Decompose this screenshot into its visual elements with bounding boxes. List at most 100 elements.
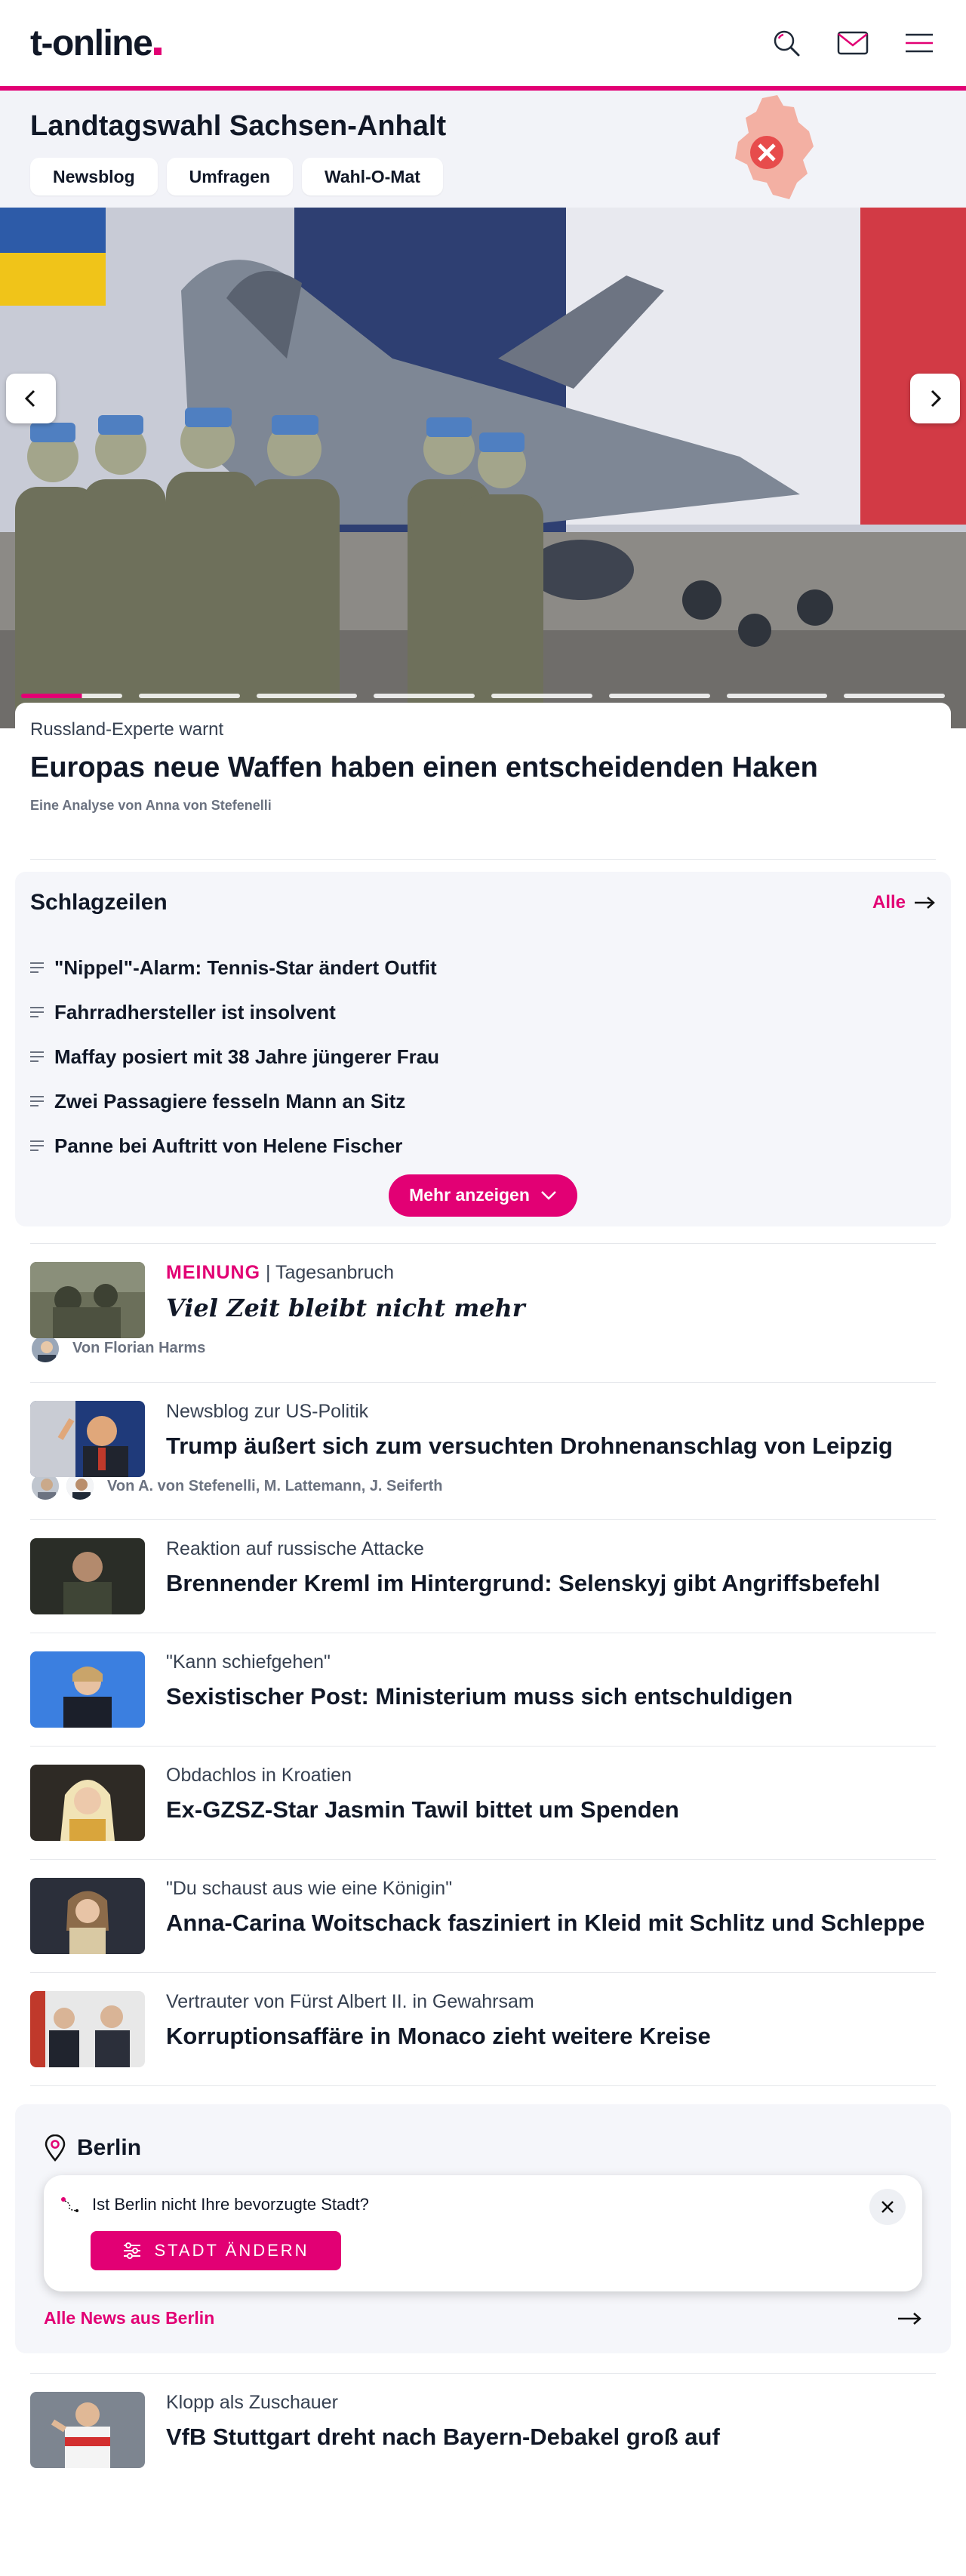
popup-close-button[interactable] (869, 2189, 906, 2226)
logo-text: t-online (30, 23, 153, 63)
election-banner[interactable]: Landtagswahl Sachsen-Anhalt Newsblog Umf… (0, 91, 966, 208)
slider-dot[interactable] (844, 694, 945, 698)
article-kicker: Vertrauter von Fürst Albert II. in Gewah… (166, 1991, 534, 2013)
article-kicker: Reaktion auf russische Attacke (166, 1538, 424, 1560)
headline-item[interactable]: Panne bei Auftritt von Helene Fischer (30, 1124, 936, 1168)
headline-item[interactable]: Fahrradhersteller ist insolvent (30, 990, 936, 1035)
article-kicker: Klopp als Zuschauer (166, 2392, 338, 2414)
slider-dot[interactable] (726, 694, 828, 698)
article-teaser[interactable]: "Du schaust aus wie eine Königin" Anna-C… (30, 1859, 936, 1972)
show-more-label: Mehr anzeigen (409, 1185, 530, 1205)
headline-item[interactable]: Maffay posiert mit 38 Jahre jüngerer Fra… (30, 1035, 936, 1079)
article-kicker: | Tagesanbruch (260, 1261, 395, 1283)
article-lines-icon (30, 1096, 44, 1107)
local-news-all-label: Alle News aus Berlin (44, 2308, 215, 2328)
article-title[interactable]: Brennender Kreml im Hintergrund: Selensk… (166, 1569, 936, 1599)
article-list: Klopp als Zuschauer VfB Stuttgart dreht … (0, 2373, 966, 2486)
article-thumbnail[interactable] (30, 1400, 145, 1477)
change-city-button[interactable]: STADT ÄNDERN (91, 2231, 341, 2271)
headline-text[interactable]: Panne bei Auftritt von Helene Fischer (54, 1134, 402, 1158)
headline-item[interactable]: Zwei Passagiere fesseln Mann an Sitz (30, 1079, 936, 1124)
slider-dot[interactable] (374, 694, 475, 698)
slider-indicators (21, 694, 945, 698)
article-teaser[interactable]: Klopp als Zuschauer VfB Stuttgart dreht … (30, 2373, 936, 2486)
article-teaser[interactable]: "Kann schiefgehen" Sexistischer Post: Mi… (30, 1633, 936, 1746)
hero-kicker: Russland-Experte warnt (30, 719, 224, 740)
article-teaser[interactable]: Vertrauter von Fürst Albert II. in Gewah… (30, 1972, 936, 2087)
sliders-icon (124, 2242, 141, 2260)
search-icon[interactable] (770, 26, 803, 60)
headlines-box: Schlagzeilen Alle "Nippel"-Alarm: Tennis… (15, 871, 951, 1226)
route-icon (61, 2197, 78, 2213)
arrow-right-icon (915, 896, 935, 909)
author-row: Von Florian Harms (30, 1333, 936, 1364)
local-news-all-link[interactable]: Alle News aus Berlin (44, 2308, 922, 2328)
arrow-right-icon (898, 2312, 921, 2325)
article-title[interactable]: Sexistischer Post: Ministerium muss sich… (166, 1682, 936, 1712)
author-name: Von Florian Harms (72, 1340, 206, 1357)
page: t-online Landtagswahl Sachsen-Anhalt New… (0, 0, 966, 2576)
hero-article-card[interactable]: Russland-Experte warnt Europas neue Waff… (15, 703, 951, 859)
article-thumbnail[interactable] (30, 1991, 145, 2068)
local-news-box: Berlin Ist Berlin nicht Ihre bevorzugte … (15, 2104, 951, 2354)
hero-slider[interactable] (0, 208, 966, 728)
mail-icon[interactable] (836, 26, 869, 60)
chevron-right-icon (931, 389, 942, 408)
close-icon (881, 2201, 894, 2214)
headline-text[interactable]: Zwei Passagiere fesseln Mann an Sitz (54, 1090, 405, 1113)
slider-dot[interactable] (138, 694, 240, 698)
article-title[interactable]: Anna-Carina Woitschack fasziniert in Kle… (166, 1909, 936, 1938)
article-thumbnail[interactable] (30, 1878, 145, 1955)
headline-item[interactable]: "Nippel"-Alarm: Tennis-Star ändert Outfi… (30, 946, 936, 990)
article-teaser[interactable]: Newsblog zur US-Politik Trump äußert sic… (30, 1381, 936, 1520)
article-title[interactable]: VfB Stuttgart dreht nach Bayern-Debakel … (166, 2423, 936, 2452)
headline-text[interactable]: Fahrradhersteller ist insolvent (54, 1001, 336, 1024)
article-teaser[interactable]: Obdachlos in Kroatien Ex-GZSZ-Star Jasmi… (30, 1746, 936, 1859)
hero-headline[interactable]: Europas neue Waffen haben einen entschei… (30, 751, 936, 786)
opinion-label: MEINUNG (166, 1261, 261, 1283)
slider-next-button[interactable] (910, 374, 960, 423)
logo[interactable]: t-online (30, 23, 162, 64)
pill-wahl-o-mat[interactable]: Wahl-O-Mat (301, 158, 443, 195)
headlines-all-link[interactable]: Alle (872, 892, 936, 913)
city-change-popup: Ist Berlin nicht Ihre bevorzugte Stadt? … (44, 2175, 922, 2292)
slider-prev-button[interactable] (6, 374, 56, 423)
article-thumbnail[interactable] (30, 1651, 145, 1728)
article-teaser[interactable]: MEINUNG | Tagesanbruch Viel Zeit bleibt … (30, 1242, 936, 1382)
pill-newsblog[interactable]: Newsblog (30, 158, 158, 195)
divider (30, 858, 936, 860)
slider-dot[interactable] (21, 694, 122, 698)
article-title[interactable]: Trump äußert sich zum versuchten Drohnen… (166, 1432, 936, 1461)
article-lines-icon (30, 1051, 44, 1063)
logo-dot (154, 47, 162, 55)
article-list: MEINUNG | Tagesanbruch Viel Zeit bleibt … (0, 1242, 966, 2087)
location-pin-icon (45, 2134, 66, 2162)
pill-umfragen[interactable]: Umfragen (166, 158, 293, 195)
menu-icon[interactable] (903, 26, 936, 60)
author-name: Von A. von Stefenelli, M. Lattemann, J. … (107, 1477, 443, 1494)
article-title[interactable]: Ex-GZSZ-Star Jasmin Tawil bittet um Spen… (166, 1796, 936, 1825)
article-kicker: "Kann schiefgehen" (166, 1651, 331, 1673)
city-name: Berlin (77, 2135, 142, 2161)
local-news-title: Berlin (44, 2134, 922, 2162)
chevron-left-icon (24, 389, 35, 408)
article-thumbnail[interactable] (30, 1261, 145, 1338)
article-teaser[interactable]: Reaktion auf russische Attacke Brennende… (30, 1519, 936, 1633)
city-question: Ist Berlin nicht Ihre bevorzugte Stadt? (92, 2195, 369, 2214)
article-thumbnail[interactable] (30, 1765, 145, 1842)
slider-dot[interactable] (491, 694, 592, 698)
article-title[interactable]: Korruptionsaffäre in Monaco zieht weiter… (166, 2022, 936, 2051)
article-thumbnail[interactable] (30, 2392, 145, 2469)
headlines-title: Schlagzeilen (30, 889, 168, 915)
headline-text[interactable]: "Nippel"-Alarm: Tennis-Star ändert Outfi… (54, 956, 437, 980)
article-title[interactable]: Viel Zeit bleibt nicht mehr (166, 1293, 936, 1323)
hero-image[interactable] (0, 208, 966, 728)
article-thumbnail[interactable] (30, 1538, 145, 1615)
article-kicker: "Du schaust aus wie eine Königin" (166, 1878, 453, 1900)
slider-dot[interactable] (256, 694, 358, 698)
show-more-button[interactable]: Mehr anzeigen (389, 1174, 577, 1217)
article-kicker: Newsblog zur US-Politik (166, 1400, 369, 1422)
article-lines-icon (30, 1140, 44, 1152)
headline-text[interactable]: Maffay posiert mit 38 Jahre jüngerer Fra… (54, 1045, 439, 1069)
slider-dot[interactable] (608, 694, 710, 698)
